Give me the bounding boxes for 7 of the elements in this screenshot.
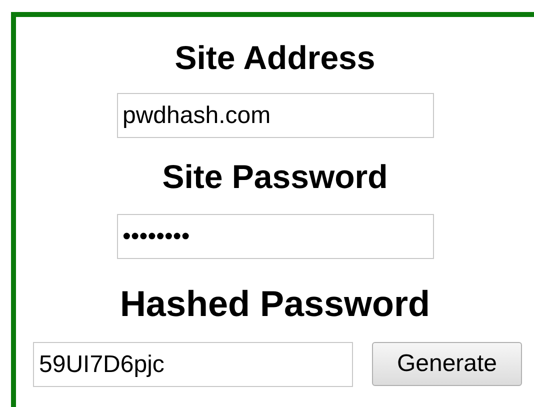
site-address-field[interactable]: pwdhash.com <box>116 93 434 138</box>
site-password-field[interactable]: •••••••• <box>116 214 434 259</box>
hashed-password-field[interactable]: 59UI7D6pjc <box>33 342 353 387</box>
site-password-heading: Site Password <box>162 158 388 196</box>
site-address-heading: Site Address <box>174 39 376 77</box>
hashed-password-heading: Hashed Password <box>120 283 430 325</box>
generate-button[interactable]: Generate <box>372 342 522 386</box>
